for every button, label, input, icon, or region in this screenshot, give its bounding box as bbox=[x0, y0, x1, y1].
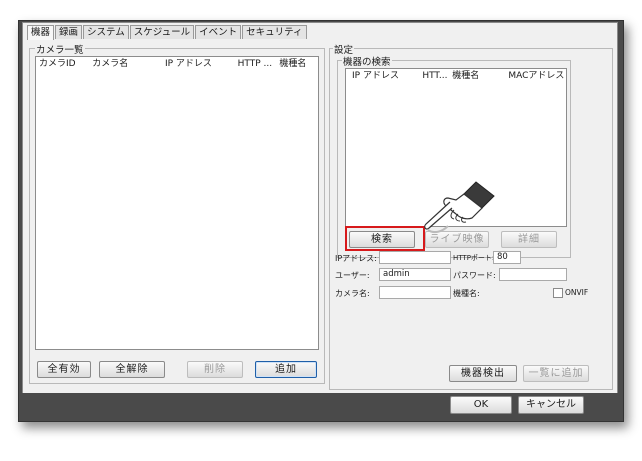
device-search-title: 機器の検索 bbox=[342, 54, 392, 68]
pointing-hand-icon bbox=[424, 181, 495, 234]
onvif-label: ONVIF bbox=[565, 288, 589, 297]
onvif-checkbox[interactable] bbox=[553, 288, 563, 298]
ok-button[interactable]: OK bbox=[450, 396, 512, 414]
column-camera-name[interactable]: カメラ名 bbox=[89, 57, 162, 71]
column-camera-id[interactable]: カメラID bbox=[36, 57, 89, 71]
tab-schedule[interactable]: スケジュール bbox=[129, 25, 195, 39]
column-ip-address[interactable]: IP アドレス bbox=[162, 57, 235, 71]
camera-list-table[interactable]: カメラID カメラ名 IP アドレス HTTP ... 機種名 bbox=[35, 56, 319, 350]
password-label: パスワード: bbox=[453, 271, 496, 280]
device-search-header: IP アドレス HTT... 機種名 MACアドレス bbox=[346, 69, 566, 83]
settings-dialog: 機器 録画 システム スケジュール イベント セキュリティ カメラ一覧 カメラI… bbox=[22, 22, 618, 394]
camera-list-title: カメラ一覧 bbox=[35, 42, 85, 56]
user-input[interactable]: admin bbox=[379, 268, 451, 281]
delete-button[interactable]: 削除 bbox=[187, 361, 243, 378]
detail-button[interactable]: 詳細 bbox=[501, 231, 557, 248]
column-search-model[interactable]: 機種名 bbox=[449, 69, 500, 83]
disable-all-button[interactable]: 全解除 bbox=[99, 361, 165, 378]
search-button-highlight bbox=[345, 226, 425, 251]
tab-security[interactable]: セキュリティ bbox=[242, 25, 307, 39]
ip-address-input[interactable] bbox=[379, 251, 451, 264]
enable-all-button[interactable]: 全有効 bbox=[37, 361, 91, 378]
dialog-footer: OK キャンセル bbox=[22, 393, 618, 418]
http-port-label: HTTPポート: bbox=[453, 254, 495, 262]
column-search-ip[interactable]: IP アドレス bbox=[346, 69, 419, 83]
camera-name-label: カメラ名: bbox=[335, 289, 370, 298]
password-input[interactable] bbox=[499, 268, 567, 281]
cancel-button[interactable]: キャンセル bbox=[518, 396, 584, 414]
tab-device[interactable]: 機器 bbox=[27, 25, 55, 40]
column-search-mac[interactable]: MACアドレス bbox=[500, 69, 566, 83]
tab-recording[interactable]: 録画 bbox=[55, 25, 83, 39]
ip-address-label: IPアドレス: bbox=[335, 254, 377, 263]
column-http-port[interactable]: HTTP ... bbox=[235, 57, 277, 71]
add-to-list-button[interactable]: 一覧に追加 bbox=[523, 365, 589, 382]
model-name-label: 機種名: bbox=[453, 289, 480, 298]
add-button[interactable]: 追加 bbox=[255, 361, 317, 378]
tab-system[interactable]: システム bbox=[83, 25, 129, 39]
camera-name-input[interactable] bbox=[379, 286, 451, 299]
detect-device-button[interactable]: 機器検出 bbox=[449, 365, 517, 382]
column-search-http[interactable]: HTT... bbox=[419, 69, 449, 83]
user-label: ユーザー: bbox=[335, 271, 370, 280]
camera-list-header: カメラID カメラ名 IP アドレス HTTP ... 機種名 bbox=[36, 57, 318, 71]
http-port-input[interactable]: 80 bbox=[493, 251, 521, 264]
tab-bar: 機器 録画 システム スケジュール イベント セキュリティ bbox=[27, 25, 308, 40]
column-model-name[interactable]: 機種名 bbox=[276, 57, 318, 71]
tab-event[interactable]: イベント bbox=[195, 25, 242, 39]
